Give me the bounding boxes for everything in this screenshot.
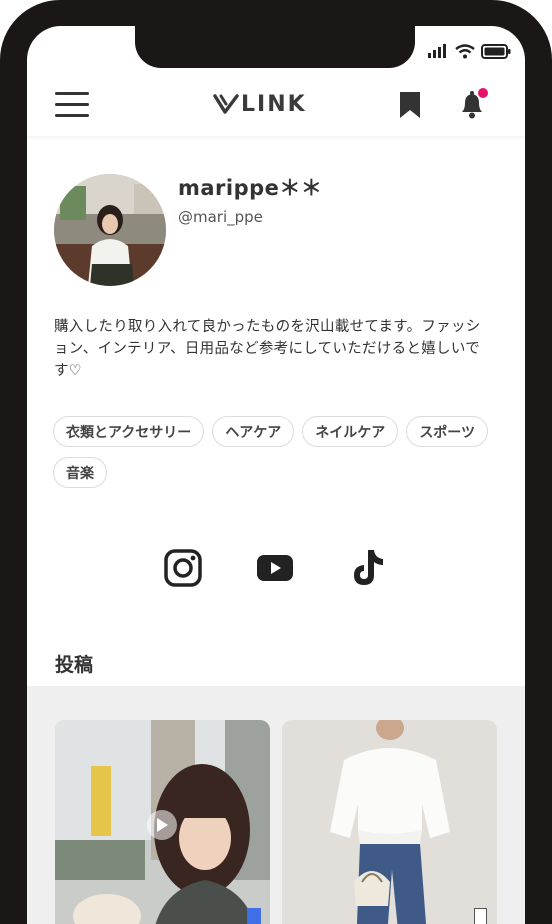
battery-icon — [481, 43, 511, 59]
bookmark-icon[interactable] — [399, 91, 421, 119]
avatar[interactable] — [54, 174, 166, 286]
status-bar — [427, 42, 511, 60]
profile-name: marippe＊＊ — [178, 176, 323, 200]
device-notch — [135, 26, 415, 68]
posts-heading: 投稿 — [55, 654, 94, 676]
logo-text: LINK — [241, 91, 307, 117]
play-icon[interactable] — [147, 810, 177, 840]
social-links — [27, 548, 525, 588]
app-header: LINK — [27, 78, 525, 136]
post-image — [282, 720, 497, 924]
tiktok-icon[interactable] — [350, 548, 386, 588]
posts-feed — [27, 686, 525, 924]
phone-frame: LINK marippe＊＊ @mari_ppe 購入したり取り入れて良かったも… — [0, 0, 552, 924]
tag-chip[interactable]: ネイルケア — [302, 416, 399, 447]
post-card[interactable] — [282, 720, 497, 924]
hamburger-menu-icon[interactable] — [55, 90, 89, 118]
tag-chip[interactable]: 音楽 — [53, 457, 107, 488]
bell-icon[interactable] — [457, 88, 491, 120]
signal-icon — [428, 44, 446, 58]
app-screen: LINK marippe＊＊ @mari_ppe 購入したり取り入れて良かったも… — [27, 26, 525, 924]
post-card[interactable] — [55, 720, 270, 924]
youtube-icon[interactable] — [256, 554, 294, 582]
tag-chip[interactable]: スポーツ — [406, 416, 489, 447]
app-logo[interactable]: LINK — [213, 89, 307, 119]
instagram-icon[interactable] — [163, 548, 203, 588]
profile-handle: @mari_ppe — [178, 208, 263, 226]
notification-dot — [478, 88, 488, 98]
image-badge-icon — [474, 908, 487, 924]
logo-mark-icon — [213, 94, 239, 114]
tag-list: 衣類とアクセサリー ヘアケア ネイルケア スポーツ 音楽 — [53, 416, 503, 488]
profile-bio: 購入したり取り入れて良かったものを沢山載せてます。ファッション、インテリア、日用… — [54, 319, 481, 379]
tag-chip[interactable]: 衣類とアクセサリー — [53, 416, 205, 447]
tag-chip[interactable]: ヘアケア — [212, 416, 295, 447]
video-badge-icon — [247, 908, 261, 924]
wifi-icon — [455, 43, 475, 58]
